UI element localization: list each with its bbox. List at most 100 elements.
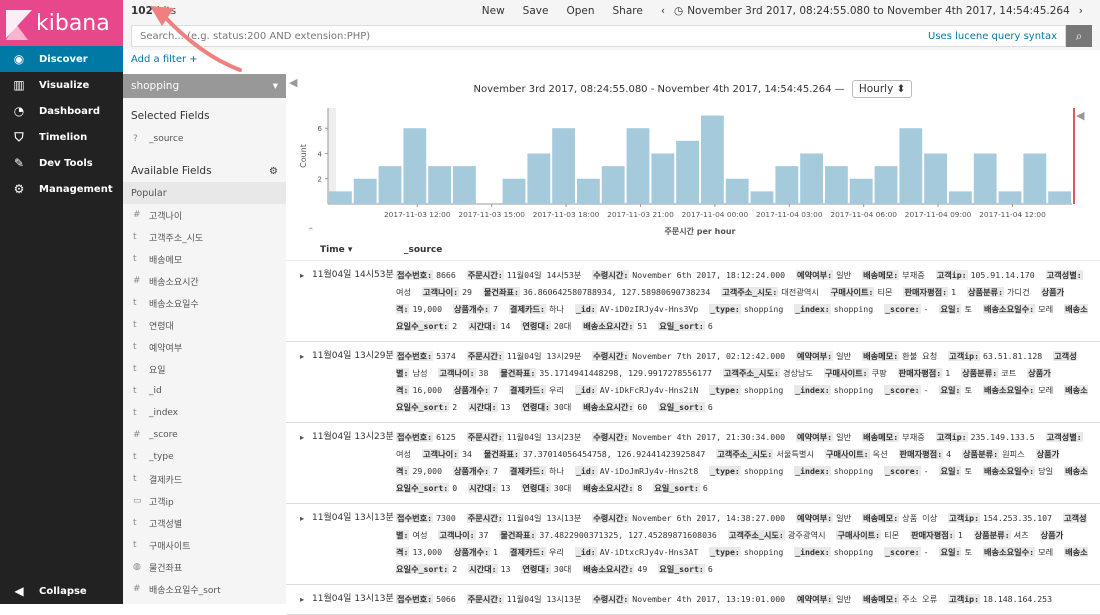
search-input[interactable]: Search... (e.g. status:200 AND extension… bbox=[131, 25, 1066, 47]
source-field: 고객ip: 235.149.133.5 bbox=[935, 432, 1035, 442]
source-field-value: shopping bbox=[743, 304, 784, 314]
source-field-value: 105.91.14.170 bbox=[970, 270, 1035, 280]
chevron-right-icon[interactable]: › bbox=[1079, 5, 1083, 17]
source-field-key: 결제카드: bbox=[508, 304, 546, 314]
nav-item-dev-tools[interactable]: ✎ Dev Tools bbox=[0, 150, 123, 176]
expand-row-icon[interactable]: ▸ bbox=[300, 348, 312, 416]
nav-item-timelion[interactable]: ⛉ Timelion bbox=[0, 124, 123, 150]
field-item[interactable]: # _score bbox=[123, 424, 286, 446]
expand-row-icon[interactable]: ▸ bbox=[300, 591, 312, 608]
field-item[interactable]: # 고객나이 bbox=[123, 204, 286, 226]
collapse-icon: ◀ bbox=[14, 584, 24, 598]
source-field-key: 구매사이트: bbox=[836, 530, 882, 540]
field-name: 요일 bbox=[149, 365, 166, 376]
field-item[interactable]: t _type bbox=[123, 446, 286, 468]
field-item[interactable]: t 고객성별 bbox=[123, 512, 286, 534]
source-field-key: 고객나이: bbox=[422, 287, 460, 297]
x-tick-label: 2017-11-04 12:00 bbox=[979, 210, 1046, 219]
new-button[interactable]: New bbox=[482, 5, 505, 17]
index-pattern-select[interactable]: shopping ▾ bbox=[123, 74, 286, 98]
source-field-value: shopping bbox=[833, 385, 874, 395]
open-button[interactable]: Open bbox=[566, 5, 594, 17]
source-field: 배송메모: 주소 오류 bbox=[862, 594, 937, 604]
source-field: 결제카드: 우리 bbox=[508, 547, 564, 557]
field-item[interactable]: ▭ 고객ip bbox=[123, 490, 286, 512]
source-field-key: 주문시간: bbox=[466, 432, 504, 442]
source-field-value: shopping bbox=[833, 466, 874, 476]
source-field-value: AV-iDkFcRJy4v-Hns2iN bbox=[599, 385, 699, 395]
field-name: _score bbox=[149, 430, 178, 440]
source-field: 물건좌표: 37.482290037​1325, 127.452898716​08… bbox=[499, 530, 717, 540]
source-field-key: 시간대: bbox=[468, 321, 498, 331]
chevron-left-icon[interactable]: ‹ bbox=[661, 5, 665, 17]
field-item[interactable]: t 배송메모 bbox=[123, 248, 286, 270]
source-field-value: 7 bbox=[493, 385, 498, 395]
field-item[interactable]: t 고객주소_시도 bbox=[123, 226, 286, 248]
field-type-icon: t bbox=[133, 320, 137, 330]
compass-icon: ◉ bbox=[13, 52, 25, 66]
field-item[interactable]: ◍ 물건좌표 bbox=[123, 556, 286, 578]
field-item[interactable]: t _id bbox=[123, 380, 286, 402]
field-item[interactable]: ? _source bbox=[123, 128, 286, 150]
histogram-range: November 3rd 2017, 08:24:55.080 - Novemb… bbox=[473, 84, 845, 95]
interval-select[interactable]: Hourly ⬍ bbox=[851, 80, 913, 98]
source-field-key: 상품분류: bbox=[962, 449, 1000, 459]
expand-row-icon[interactable]: ▸ bbox=[300, 510, 312, 578]
y-tick-label: 2 bbox=[318, 176, 322, 184]
source-field: 접수번호: 5066 bbox=[396, 594, 456, 604]
expand-row-icon[interactable]: ▸ bbox=[300, 429, 312, 497]
gear-icon[interactable]: ⚙ bbox=[269, 166, 278, 177]
source-field-value: 광주광역시 bbox=[787, 530, 826, 540]
source-field: 접수번호: 6125 bbox=[396, 432, 456, 442]
field-item[interactable]: # 배송소요일수_sort bbox=[123, 578, 286, 600]
field-item[interactable]: t 예약여부 bbox=[123, 336, 286, 358]
table-row[interactable]: ▸ 11월04일 13시13분 접수번호: 5066 주문시간: 11월04일 13시1… bbox=[286, 585, 1100, 615]
time-column-header[interactable]: Time ▾ bbox=[320, 245, 404, 255]
expand-row-icon[interactable]: ▸ bbox=[300, 267, 312, 335]
field-item[interactable]: t 배송소요일수 bbox=[123, 292, 286, 314]
top-bar: 102 hits New Save Open Share ‹ ◷ Novembe… bbox=[123, 0, 1100, 22]
field-item[interactable]: t 연령대 bbox=[123, 314, 286, 336]
field-item[interactable]: t 결제카드 bbox=[123, 468, 286, 490]
source-field-value: 11월04일 13시13분 bbox=[506, 513, 582, 523]
field-item[interactable]: t _index bbox=[123, 402, 286, 424]
field-name: 예약여부 bbox=[149, 343, 183, 354]
field-type-icon: t bbox=[133, 298, 137, 308]
lucene-syntax-link[interactable]: Uses lucene query syntax bbox=[928, 31, 1057, 42]
source-field-value: 환불 요청 bbox=[902, 351, 938, 361]
row-time: 11월04일 13시13분 bbox=[312, 594, 394, 604]
source-field-key: 요일: bbox=[939, 385, 962, 395]
field-name: 구매사이트 bbox=[149, 541, 191, 552]
source-field: _id: AV-iDoJmRJy4v-Hns2t8 bbox=[575, 466, 698, 476]
source-field-value: 일반 bbox=[836, 594, 852, 604]
field-item[interactable]: t 구매사이트 bbox=[123, 534, 286, 556]
source-field-key: 상품개수: bbox=[452, 466, 491, 476]
table-row[interactable]: ▸ 11월04일 13시29분 접수번호: 5374 주문시간: 11월04일 13시2… bbox=[286, 342, 1100, 423]
histogram-bar bbox=[849, 178, 873, 204]
save-button[interactable]: Save bbox=[523, 5, 549, 17]
share-button[interactable]: Share bbox=[613, 5, 643, 17]
chart-legend-toggle-icon[interactable]: ◀ bbox=[1076, 109, 1084, 122]
time-range-picker[interactable]: November 3rd 2017, 08:24:55.080 to Novem… bbox=[687, 5, 1070, 17]
source-field-key: 고객ip: bbox=[948, 594, 981, 604]
source-field: 고객나이: 34 bbox=[422, 449, 472, 459]
field-name: 배송소요일수 bbox=[149, 299, 199, 310]
collapse-button[interactable]: ◀ Collapse bbox=[0, 578, 123, 604]
source-field: 결제카드: 하나 bbox=[508, 466, 564, 476]
source-field-value: 14 bbox=[500, 321, 511, 331]
source-field: 구매사이트: 옥션 bbox=[824, 449, 888, 459]
table-row[interactable]: ▸ 11월04일 14시53분 접수번호: 8666 주문시간: 11월04일 14시5… bbox=[286, 261, 1100, 342]
table-row[interactable]: ▸ 11월04일 13시13분 접수번호: 7300 주문시간: 11월04일 13시1… bbox=[286, 504, 1100, 585]
add-filter-link[interactable]: Add a filter + bbox=[131, 54, 198, 65]
table-row[interactable]: ▸ 11월04일 13시23분 접수번호: 6125 주문시간: 11월04일 13시2… bbox=[286, 423, 1100, 504]
nav-item-visualize[interactable]: ▥ Visualize bbox=[0, 72, 123, 98]
field-item[interactable]: t 요일 bbox=[123, 358, 286, 380]
nav-item-dashboard[interactable]: ◔ Dashboard bbox=[0, 98, 123, 124]
search-button[interactable]: ⌕ bbox=[1066, 25, 1092, 47]
kibana-logo[interactable]: kibana bbox=[0, 0, 123, 46]
nav-item-management[interactable]: ⚙ Management bbox=[0, 176, 123, 202]
chart-collapse-icon[interactable]: ⌃ bbox=[307, 227, 315, 237]
field-item[interactable]: # 배송소요시간 bbox=[123, 270, 286, 292]
source-field-value: 19,000 bbox=[412, 304, 443, 314]
nav-item-discover[interactable]: ◉ Discover bbox=[0, 46, 123, 72]
